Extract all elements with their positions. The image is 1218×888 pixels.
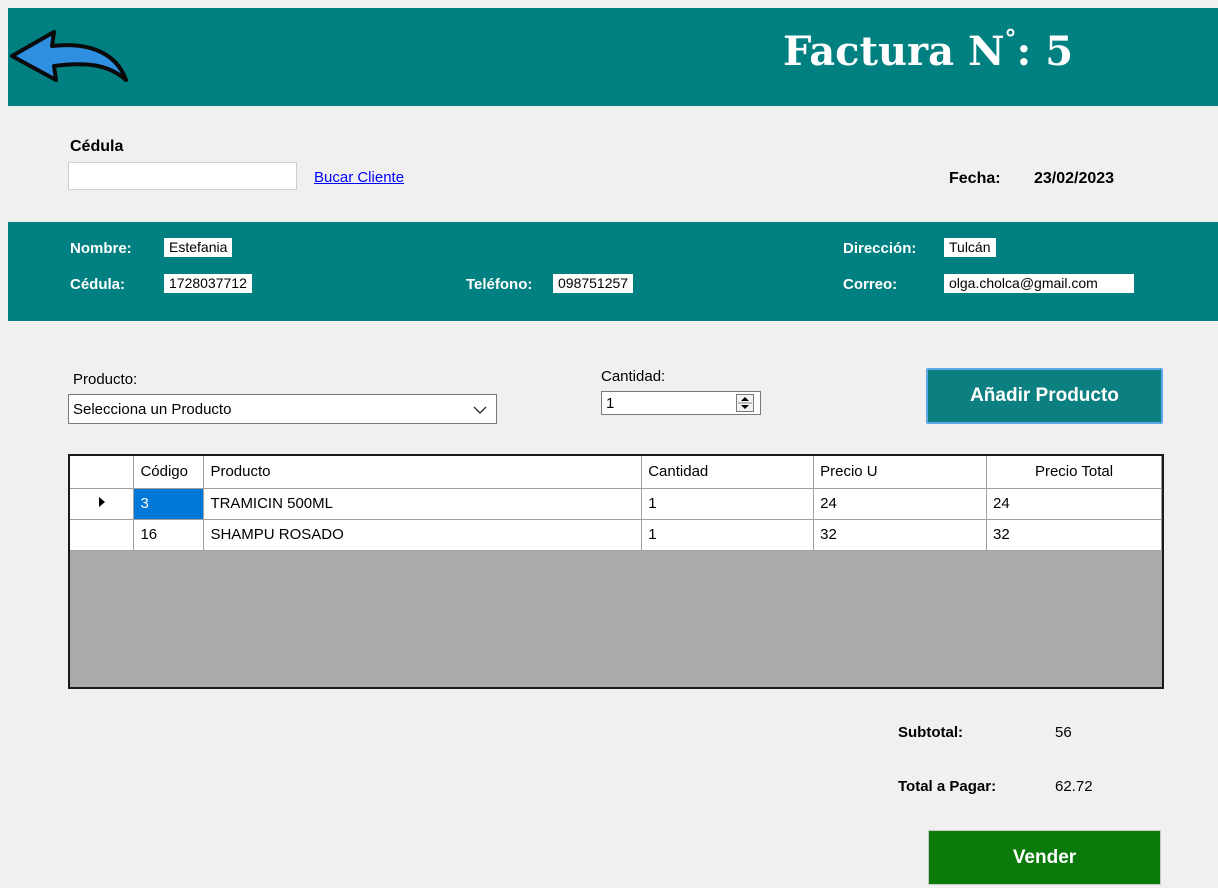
producto-selected: Selecciona un Producto <box>73 401 232 418</box>
nombre-value: Estefania <box>164 238 233 257</box>
row-header[interactable] <box>70 519 135 551</box>
client-cedula-label: Cédula: <box>70 276 126 293</box>
spin-arrows-icon <box>738 397 752 409</box>
grid-header-row: Código Producto Cantidad Precio U Precio… <box>70 456 1162 489</box>
row-pointer-icon <box>98 497 105 507</box>
cedula-input[interactable] <box>68 162 297 190</box>
cell-cantidad[interactable]: 1 <box>641 519 815 551</box>
subtotal-value: 56 <box>1055 724 1072 741</box>
invoice-number: : 5 <box>1016 28 1074 75</box>
client-cedula-value: 1728037712 <box>164 274 252 293</box>
correo-value: olga.cholca@gmail.com <box>944 274 1134 293</box>
page-title: Factura N°: 5 <box>783 24 1074 75</box>
client-info-panel <box>8 222 1218 321</box>
spin-buttons[interactable] <box>736 394 754 412</box>
cell-producto[interactable]: SHAMPU ROSADO <box>203 519 643 551</box>
sell-button[interactable]: Vender <box>928 830 1161 885</box>
cantidad-value: 1 <box>606 395 615 412</box>
nombre-label: Nombre: <box>70 240 132 257</box>
cell-precio-u[interactable]: 24 <box>813 488 988 520</box>
search-client-link[interactable]: Bucar Cliente <box>314 169 404 186</box>
cell-codigo[interactable]: 3 <box>133 488 205 520</box>
title-text: Factura N <box>783 28 1005 75</box>
correo-label: Correo: <box>843 276 898 293</box>
row-header-corner <box>70 456 135 489</box>
cantidad-stepper[interactable]: 1 <box>601 391 761 415</box>
cell-cantidad[interactable]: 1 <box>641 488 815 520</box>
cedula-label: Cédula <box>70 138 124 155</box>
cell-producto[interactable]: TRAMICIN 500ML <box>203 488 643 520</box>
total-label: Total a Pagar: <box>898 778 997 795</box>
total-value: 62.72 <box>1055 778 1093 795</box>
back-arrow-icon[interactable] <box>8 18 132 94</box>
date-value: 23/02/2023 <box>1034 170 1115 187</box>
cantidad-label: Cantidad: <box>601 368 666 385</box>
date-label: Fecha: <box>949 170 1001 187</box>
producto-label: Producto: <box>73 371 138 388</box>
products-table: Código Producto Cantidad Precio U Precio… <box>70 456 1162 551</box>
cell-precio-u[interactable]: 32 <box>813 519 988 551</box>
producto-select[interactable]: Selecciona un Producto <box>68 394 497 424</box>
direccion-label: Dirección: <box>843 240 917 257</box>
row-header[interactable] <box>70 488 135 520</box>
col-header-cantidad[interactable]: Cantidad <box>641 456 815 489</box>
subtotal-label: Subtotal: <box>898 724 963 741</box>
col-header-precio-u[interactable]: Precio U <box>813 456 988 489</box>
chevron-down-icon <box>473 406 487 414</box>
table-row[interactable]: 3 TRAMICIN 500ML 1 24 24 <box>70 488 1162 520</box>
col-header-precio-total[interactable]: Precio Total <box>986 456 1162 489</box>
table-row[interactable]: 16 SHAMPU ROSADO 1 32 32 <box>70 519 1162 551</box>
direccion-value: Tulcán <box>944 238 996 257</box>
title-degree: ° <box>1004 24 1017 53</box>
add-product-button[interactable]: Añadir Producto <box>926 368 1163 424</box>
cell-precio-total[interactable]: 24 <box>986 488 1162 520</box>
products-grid[interactable]: Código Producto Cantidad Precio U Precio… <box>68 454 1164 689</box>
col-header-codigo[interactable]: Código <box>133 456 205 489</box>
telefono-label: Teléfono: <box>466 276 533 293</box>
telefono-value: 098751257 <box>553 274 634 293</box>
cell-codigo[interactable]: 16 <box>133 519 205 551</box>
col-header-producto[interactable]: Producto <box>203 456 643 489</box>
cell-precio-total[interactable]: 32 <box>986 519 1162 551</box>
